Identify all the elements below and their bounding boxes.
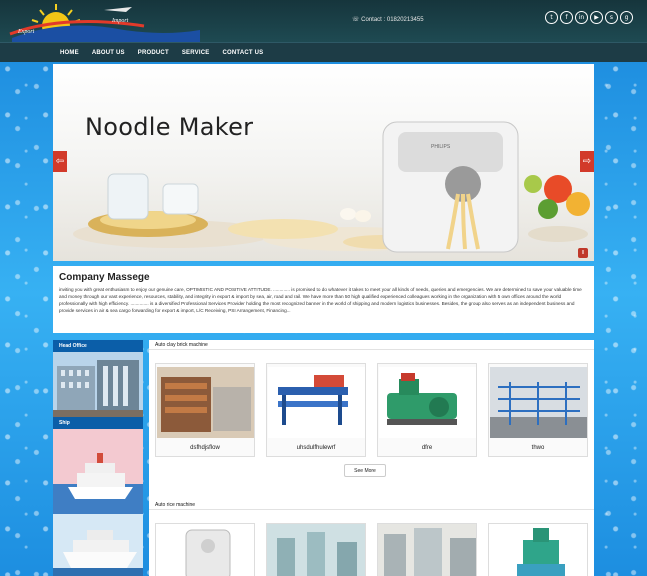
linkedin-icon[interactable]: in (575, 11, 588, 24)
sidebar-ship-label[interactable]: Ship (53, 417, 143, 429)
slider-next-button[interactable]: ⇨ (580, 151, 594, 172)
product-image[interactable] (489, 367, 587, 438)
rice-machine-section: Auto rice machine (149, 500, 594, 576)
logo-export-text: Export (17, 29, 35, 35)
youtube-icon[interactable]: ▶ (590, 11, 603, 24)
product-name[interactable]: dsfhdjsflow (156, 445, 254, 451)
main-nav: HOME ABOUT US PRODUCT SERVICE CONTACT US (0, 42, 647, 62)
sidebar-head-office-label[interactable]: Head Office (53, 340, 143, 352)
nav-contact-us[interactable]: CONTACT US (222, 50, 263, 56)
cruise-ship-image[interactable] (53, 514, 143, 576)
product-grid: dsfhdjsflow uhsdulfhulewrf dfre thwo (149, 350, 594, 457)
head-office-image[interactable] (53, 352, 143, 417)
slide-image: PHILIPS (73, 121, 590, 253)
sidebar: Head Office Ship (53, 340, 143, 576)
twitter-icon[interactable]: t (545, 11, 558, 24)
product-card[interactable] (155, 523, 255, 576)
contact-text: Contact : 01820213455 (361, 17, 424, 23)
product-card[interactable]: dfre (377, 363, 477, 457)
product-card[interactable]: uhsdulfhulewrf (266, 363, 366, 457)
facebook-icon[interactable]: f (560, 11, 573, 24)
company-message-text: inviting you with great enthusiasm to en… (59, 287, 582, 314)
company-message-title: Company Massege (59, 272, 150, 283)
svg-text:PHILIPS: PHILIPS (431, 144, 451, 150)
product-card[interactable]: dsfhdjsflow (155, 363, 255, 457)
phone-icon: ☏ (352, 17, 362, 23)
product-image[interactable] (267, 367, 365, 438)
products-panel: Auto clay brick machine dsfhdjsflow uhsd… (149, 340, 594, 576)
product-image[interactable] (156, 367, 254, 438)
contact-phone: ☏ Contact : 01820213455 (352, 16, 424, 23)
ship-image[interactable] (53, 429, 143, 514)
product-card[interactable] (488, 523, 588, 576)
site-header: Export Import ☏ Contact : 01820213455 t … (0, 0, 647, 42)
section-title-brick: Auto clay brick machine (149, 340, 594, 350)
slider-pause-button[interactable]: II (578, 248, 588, 258)
section-title-rice: Auto rice machine (149, 500, 594, 510)
skype-icon[interactable]: s (605, 11, 618, 24)
google-plus-icon[interactable]: g (620, 11, 633, 24)
site-logo[interactable]: Export Import (4, 0, 204, 42)
nav-service[interactable]: SERVICE (182, 50, 210, 56)
logo-import-text: Import (111, 18, 129, 24)
nav-home[interactable]: HOME (60, 50, 79, 56)
product-card[interactable] (266, 523, 366, 576)
product-card[interactable]: thwo (488, 363, 588, 457)
product-name[interactable]: uhsdulfhulewrf (267, 445, 365, 451)
product-grid-rice (149, 510, 594, 576)
product-name[interactable]: dfre (378, 445, 476, 451)
nav-product[interactable]: PRODUCT (138, 50, 169, 56)
product-image[interactable] (378, 367, 476, 438)
social-links: t f in ▶ s g (545, 11, 633, 24)
slider-prev-button[interactable]: ⇦ (53, 151, 67, 172)
product-card[interactable] (377, 523, 477, 576)
company-message: Company Massege inviting you with great … (53, 266, 594, 333)
hero-slider: Noodle Maker PHILIPS (53, 64, 594, 261)
nav-about-us[interactable]: ABOUT US (92, 50, 125, 56)
product-name[interactable]: thwo (489, 445, 587, 451)
see-more-button[interactable]: See More (344, 464, 386, 477)
